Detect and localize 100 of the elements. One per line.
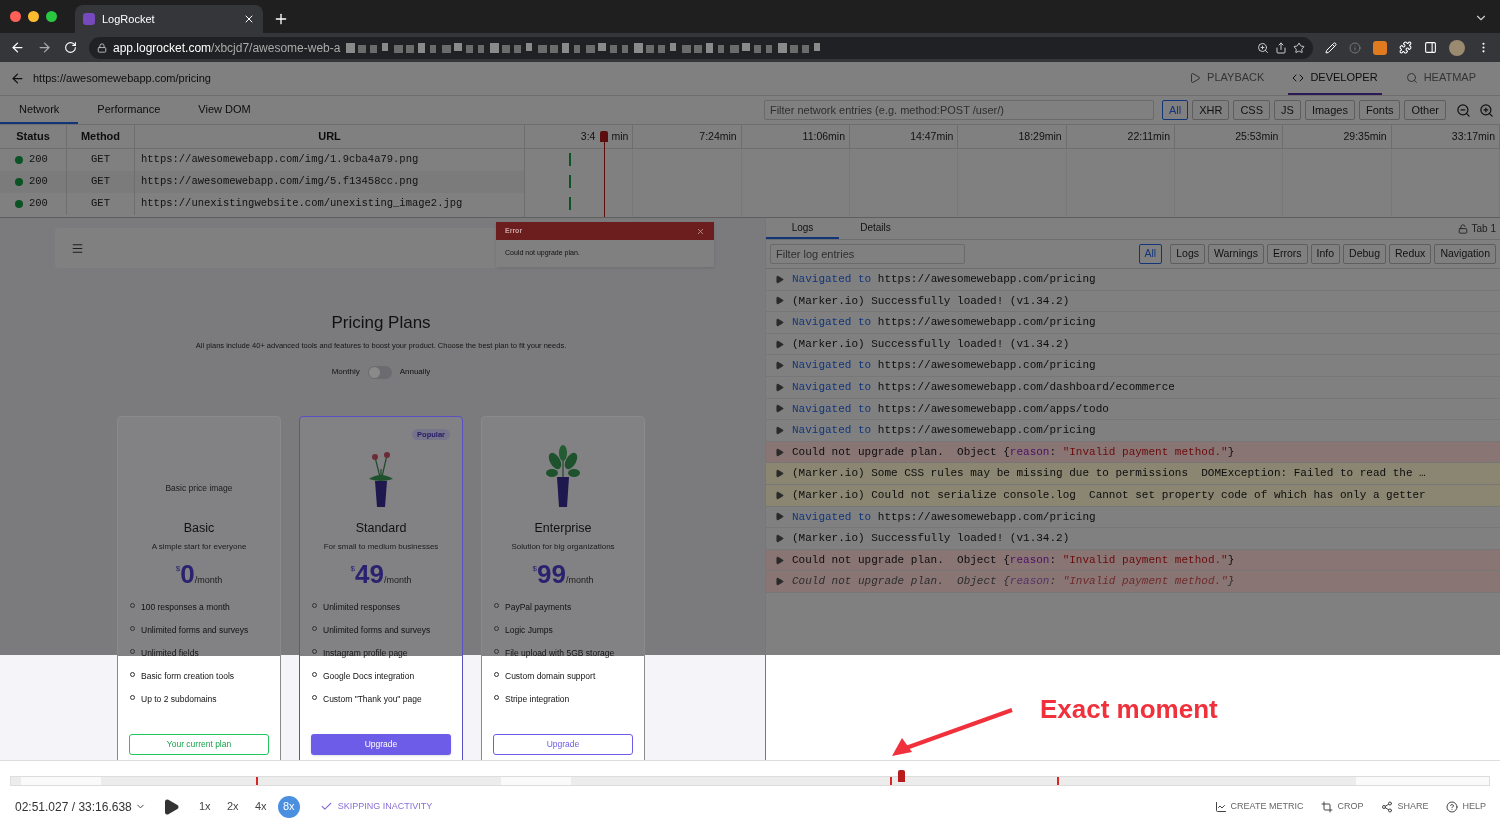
url-cell[interactable]: https://awesomewebapp.com/img/1.9cba4a79.png bbox=[135, 152, 419, 168]
side-panel-icon[interactable] bbox=[1424, 41, 1437, 54]
zoom-icon[interactable] bbox=[1257, 41, 1269, 54]
time-tick: 33:17min bbox=[1451, 128, 1495, 144]
billing-label: Annually bbox=[399, 366, 431, 379]
plan-name: Standard bbox=[355, 519, 407, 537]
lock-icon bbox=[97, 42, 107, 53]
logo-icon bbox=[83, 13, 95, 25]
mode-tab[interactable]: HEATMAP bbox=[1401, 62, 1480, 95]
log-row[interactable]: Could not upgrade plan. Object {reason: "Invalid payment method."} bbox=[766, 549, 1500, 572]
level-filter-button[interactable]: Logs bbox=[1170, 244, 1205, 264]
level-filter-button[interactable]: Navigation bbox=[1434, 244, 1496, 264]
mode-tab[interactable]: PLAYBACK bbox=[1185, 62, 1269, 95]
plan-feature: File upload with 5GB storage bbox=[505, 646, 615, 659]
speed-button[interactable]: 8x bbox=[277, 795, 300, 818]
log-message: Navigated to https://awesomewebapp.com/apps/todo bbox=[792, 401, 1109, 417]
player-action[interactable]: SHARE bbox=[1381, 799, 1429, 814]
playhead[interactable] bbox=[600, 131, 608, 217]
expand-icon[interactable] bbox=[775, 469, 784, 479]
level-filter-button[interactable]: Errors bbox=[1266, 244, 1308, 264]
level-filter-button[interactable]: Warnings bbox=[1208, 244, 1264, 264]
unlock-icon[interactable] bbox=[1457, 223, 1468, 234]
filter-button[interactable]: Fonts bbox=[1358, 100, 1401, 120]
filter-button[interactable]: JS bbox=[1274, 100, 1301, 120]
level-filter-button[interactable]: Redux bbox=[1389, 244, 1432, 264]
plan-feature: Unlimited forms and surveys bbox=[323, 623, 431, 636]
browser-tab[interactable]: LogRocket bbox=[75, 5, 263, 33]
log-message: Navigated to https://awesomewebapp.com/pricing bbox=[792, 315, 1096, 331]
log-row[interactable]: Could not upgrade plan. Object {reason: "Invalid payment method."} bbox=[766, 571, 1500, 593]
url-cell[interactable]: https://unexistingwebsite.com/unexisting_image2.jpg bbox=[135, 196, 463, 212]
share-icon[interactable] bbox=[1275, 41, 1287, 54]
plan-feature: Custom "Thank you" page bbox=[323, 692, 422, 705]
tab-title: LogRocket bbox=[102, 11, 156, 27]
speed-button[interactable]: 4x bbox=[249, 795, 272, 818]
player-action[interactable]: HELP bbox=[1446, 799, 1486, 814]
expand-icon[interactable] bbox=[775, 425, 784, 435]
bookmark-icon[interactable] bbox=[1293, 41, 1305, 54]
close-window-icon[interactable] bbox=[10, 11, 21, 22]
billing-switch[interactable] bbox=[367, 365, 392, 379]
dev-tab[interactable]: View DOM bbox=[179, 96, 270, 124]
timeline-track[interactable] bbox=[10, 770, 1490, 787]
expand-icon[interactable] bbox=[775, 404, 784, 414]
expand-icon[interactable] bbox=[775, 577, 784, 587]
expand-icon[interactable] bbox=[775, 555, 784, 565]
expand-icon[interactable] bbox=[775, 533, 784, 543]
level-filter-button[interactable]: Debug bbox=[1343, 244, 1386, 264]
plan-button[interactable]: Upgrade bbox=[311, 733, 451, 755]
log-row[interactable]: (Marker.io) Some CSS rules may be missing due to permissions DOMException: Failed to read the … bbox=[766, 463, 1500, 485]
skipping-label[interactable]: SKIPPING INACTIVITY bbox=[337, 799, 433, 814]
url-cell[interactable]: https://awesomewebapp.com/img/5.f13458cc.png bbox=[135, 174, 419, 190]
speed-button[interactable]: 1x bbox=[193, 795, 216, 818]
filter-button[interactable]: Other bbox=[1404, 100, 1446, 120]
menu-icon[interactable] bbox=[71, 241, 84, 255]
filter-button[interactable]: All bbox=[1161, 100, 1189, 120]
back-icon[interactable] bbox=[10, 71, 25, 86]
logs-tab[interactable]: Logs bbox=[766, 218, 839, 239]
expand-icon[interactable] bbox=[775, 361, 784, 371]
log-filter-field[interactable]: Filter log entries bbox=[770, 244, 965, 264]
forward-icon[interactable] bbox=[37, 40, 52, 55]
filter-button[interactable]: XHR bbox=[1192, 100, 1230, 120]
back-icon[interactable] bbox=[10, 40, 25, 55]
plan-feature: Unlimited responses bbox=[323, 600, 400, 613]
expand-icon[interactable] bbox=[775, 512, 784, 522]
expand-icon[interactable] bbox=[775, 382, 784, 392]
dev-tab[interactable]: Performance bbox=[78, 96, 180, 124]
plan-feature: Stripe integration bbox=[505, 692, 570, 705]
plan-button[interactable]: Upgrade bbox=[493, 733, 633, 755]
avatar[interactable] bbox=[1449, 39, 1465, 56]
level-filter-button[interactable]: All bbox=[1138, 244, 1163, 264]
time-tick: min bbox=[611, 128, 629, 144]
zoom-out-icon[interactable] bbox=[1456, 102, 1471, 118]
extensions-icon[interactable] bbox=[1399, 41, 1412, 54]
maximize-window-icon[interactable] bbox=[46, 11, 57, 22]
filter-button[interactable]: CSS bbox=[1233, 100, 1271, 120]
expand-icon[interactable] bbox=[775, 274, 784, 284]
filter-button[interactable]: Images bbox=[1304, 100, 1355, 120]
player-action[interactable]: CROP bbox=[1321, 799, 1364, 814]
log-message: Navigated to https://awesomewebapp.com/dashboard/ecommerce bbox=[792, 380, 1175, 395]
expand-icon[interactable] bbox=[775, 339, 784, 349]
expand-icon[interactable] bbox=[775, 447, 784, 457]
plan-feature: Basic form creation tools bbox=[141, 669, 235, 682]
expand-icon[interactable] bbox=[775, 318, 784, 327]
check-icon[interactable] bbox=[319, 800, 333, 813]
close-icon[interactable] bbox=[243, 13, 255, 25]
expand-icon[interactable] bbox=[775, 490, 784, 500]
method-cell: GET bbox=[67, 171, 135, 193]
player-action[interactable]: CREATE METRIC bbox=[1214, 799, 1304, 814]
level-filter-button[interactable]: Info bbox=[1310, 244, 1341, 264]
new-tab-icon[interactable] bbox=[273, 11, 289, 27]
network-filter-field[interactable]: Filter network entries (e.g. method:POST /user/) bbox=[763, 100, 1154, 120]
reload-icon[interactable] bbox=[64, 41, 77, 54]
expand-icon[interactable] bbox=[775, 296, 784, 306]
zoom-in-icon[interactable] bbox=[1479, 102, 1494, 118]
plan-button[interactable]: Your current plan bbox=[129, 733, 269, 755]
logs-tab[interactable]: Details bbox=[839, 218, 912, 239]
address-field[interactable]: app.logrocket.com/xbcjd7/awesome-web-a bbox=[89, 36, 1313, 59]
minimize-window-icon[interactable] bbox=[28, 11, 39, 22]
log-row[interactable]: Could not upgrade plan. Object {reason: "Invalid payment method."} bbox=[766, 441, 1500, 464]
speed-button[interactable]: 2x bbox=[221, 795, 244, 818]
log-row[interactable]: (Marker.io) Could not serialize console.log Cannot set property code of which has only a getter bbox=[766, 484, 1500, 507]
